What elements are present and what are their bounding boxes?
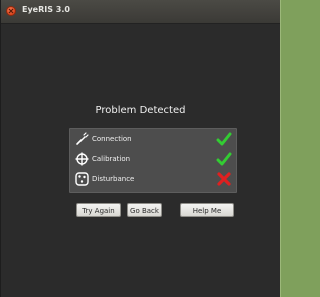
check-label-connection: Connection [92, 135, 132, 143]
app-window: EyeRIS 3.0 Problem Detected Connection C… [0, 0, 281, 297]
go-back-button[interactable]: Go Back [127, 203, 162, 217]
check-row-connection: Connection [70, 130, 236, 150]
try-again-button[interactable]: Try Again [76, 203, 121, 217]
check-row-calibration: Calibration [70, 150, 236, 170]
window-title: EyeRIS 3.0 [22, 5, 70, 14]
dialog-heading: Problem Detected [95, 105, 186, 116]
error-x-icon [217, 172, 231, 186]
close-icon [8, 8, 14, 14]
help-me-button[interactable]: Help Me [180, 203, 234, 217]
checkmark-icon [216, 152, 232, 166]
disturbance-icon [75, 172, 89, 186]
calibration-icon [75, 152, 89, 166]
check-row-disturbance: Disturbance [70, 170, 236, 190]
close-window-button[interactable] [6, 6, 16, 16]
status-panel: Connection Calibration Disturbance [69, 128, 237, 193]
check-label-calibration: Calibration [92, 155, 131, 163]
title-bar: EyeRIS 3.0 [1, 0, 280, 24]
connection-icon [76, 132, 89, 145]
check-label-disturbance: Disturbance [92, 175, 135, 183]
checkmark-icon [216, 132, 232, 146]
